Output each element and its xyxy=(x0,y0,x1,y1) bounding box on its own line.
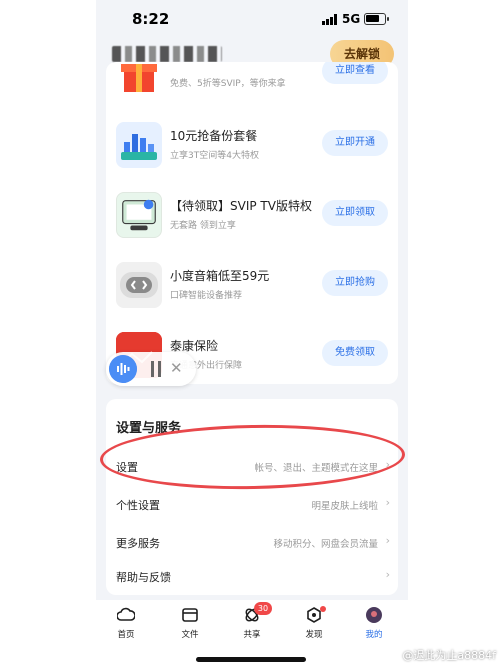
notification-badge: 30 xyxy=(254,602,272,615)
tv-privilege-icon xyxy=(116,192,162,238)
folder-icon xyxy=(182,608,198,622)
promo-title: 【待领取】SVIP TV版特权 xyxy=(170,199,312,213)
tab-label: 共享 xyxy=(243,630,261,640)
row-label: 帮助与反馈 xyxy=(116,571,171,584)
promo-item[interactable]: 免费、5折等SVIP，等你来拿 立即查看 xyxy=(106,62,398,104)
right-background xyxy=(404,0,500,667)
close-icon[interactable]: ✕ xyxy=(170,359,183,377)
tab-label: 文件 xyxy=(181,630,199,640)
network-label: 5G xyxy=(342,12,361,26)
tab-home[interactable]: 首页 xyxy=(104,606,148,648)
signal-icon xyxy=(322,14,337,25)
speaker-icon xyxy=(116,262,162,308)
tab-me[interactable]: 我的 xyxy=(352,606,396,648)
row-label: 更多服务 xyxy=(116,537,160,550)
buy-now-button[interactable]: 立即抢购 xyxy=(322,270,388,296)
tab-share[interactable]: 30 共享 xyxy=(230,602,274,648)
promo-item[interactable]: 10元抢备份套餐 立享3T空间等4大特权 立即开通 xyxy=(106,112,398,176)
tab-files[interactable]: 文件 xyxy=(168,606,212,648)
tab-label: 我的 xyxy=(365,630,383,640)
promo-subtitle: 免费、5折等SVIP，等你来拿 xyxy=(170,79,286,89)
blurred-username xyxy=(112,46,222,62)
floating-audio-player[interactable]: ✕ xyxy=(106,352,196,386)
row-detail: 明星皮肤上线啦 xyxy=(311,501,378,512)
promo-item[interactable]: 【待领取】SVIP TV版特权 无套路 领到立享 立即领取 xyxy=(106,182,398,246)
chevron-right-icon: › xyxy=(385,534,390,547)
settings-card: 设置与服务 设置 帐号、退出、主题模式在这里 › 个性设置 明星皮肤上线啦 › … xyxy=(106,399,398,595)
free-claim-button[interactable]: 免费领取 xyxy=(322,340,388,366)
settings-row-personalize[interactable]: 个性设置 明星皮肤上线啦 › xyxy=(106,485,398,523)
promo-title: 小度音箱低至59元 xyxy=(170,269,270,283)
promo-subtitle: 口碑智能设备推荐 xyxy=(170,291,243,301)
dot-badge xyxy=(320,606,326,612)
row-detail: 移动积分、网盘会员流量 xyxy=(273,539,378,550)
battery-icon xyxy=(364,13,389,25)
chevron-right-icon: › xyxy=(385,458,390,471)
audio-wave-icon[interactable] xyxy=(109,355,137,383)
promo-subtitle: 无套路 领到立享 xyxy=(170,221,236,231)
settings-heading: 设置与服务 xyxy=(116,421,182,436)
chevron-right-icon: › xyxy=(385,568,390,581)
promo-title: 10元抢备份套餐 xyxy=(170,129,258,143)
open-now-button[interactable]: 立即开通 xyxy=(322,130,388,156)
pause-icon[interactable] xyxy=(150,361,162,377)
backup-package-icon xyxy=(116,122,162,168)
gift-box-icon xyxy=(116,62,162,96)
settings-row-help[interactable]: 帮助与反馈 › xyxy=(106,557,398,595)
watermark: @迟此为止a8884f xyxy=(402,649,496,662)
cloud-home-icon xyxy=(117,607,135,621)
status-bar: 8:22 5G xyxy=(96,0,408,40)
chevron-right-icon: › xyxy=(385,496,390,509)
settings-row-settings[interactable]: 设置 帐号、退出、主题模式在这里 › xyxy=(106,447,398,485)
left-background xyxy=(0,0,96,667)
home-indicator xyxy=(196,657,306,662)
settings-row-more-services[interactable]: 更多服务 移动积分、网盘会员流量 › xyxy=(106,523,398,561)
row-detail: 帐号、退出、主题模式在这里 xyxy=(254,463,378,474)
tab-label: 发现 xyxy=(305,630,323,640)
avatar-icon xyxy=(366,607,382,623)
row-label: 设置 xyxy=(116,461,138,474)
status-time: 8:22 xyxy=(132,10,170,28)
promo-card: 免费、5折等SVIP，等你来拿 立即查看 10元抢备份套餐 立享3T空间等4大特… xyxy=(106,62,398,384)
promo-item[interactable]: 小度音箱低至59元 口碑智能设备推荐 立即抢购 xyxy=(106,252,398,316)
row-label: 个性设置 xyxy=(116,499,160,512)
view-now-button[interactable]: 立即查看 xyxy=(322,62,388,84)
promo-subtitle: 立享3T空间等4大特权 xyxy=(170,151,259,161)
claim-now-button[interactable]: 立即领取 xyxy=(322,200,388,226)
tab-label: 首页 xyxy=(117,630,135,640)
phone-screen: 8:22 5G 去解锁 免费、5折等SVIP，等你来拿 立即查看 10元抢备份套… xyxy=(96,0,408,667)
tab-discover[interactable]: 发现 xyxy=(292,606,336,648)
